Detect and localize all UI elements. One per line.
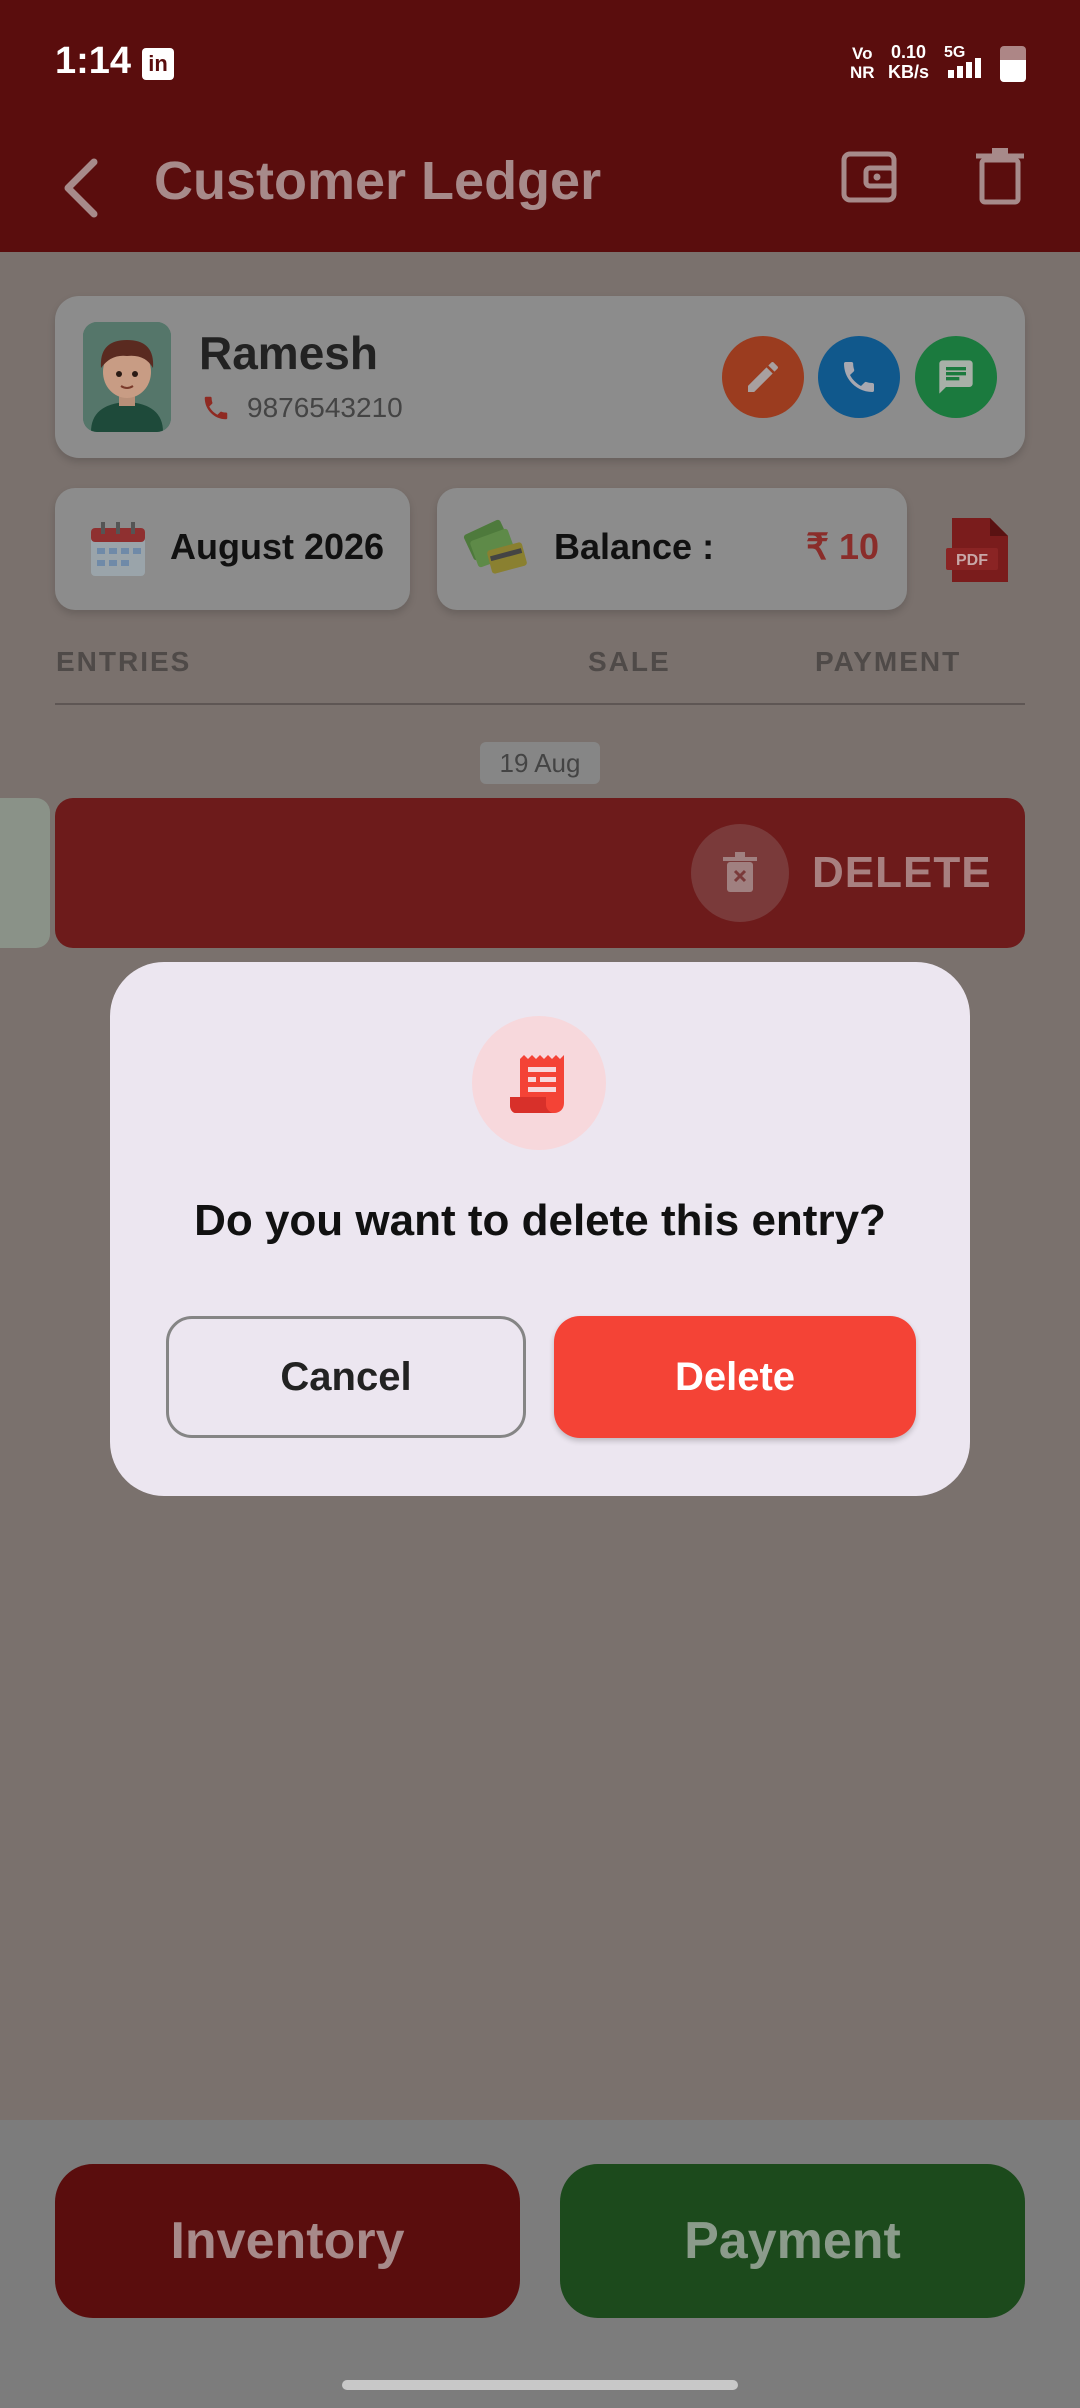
column-sale: SALE <box>588 646 671 677</box>
trash-x-icon <box>723 852 757 892</box>
payment-button[interactable]: Payment <box>560 2164 1025 2318</box>
network-speed: 0.10 KB/s <box>888 42 930 82</box>
inventory-button[interactable]: Inventory <box>55 2164 520 2318</box>
month-label: August 2026 <box>170 526 385 567</box>
dialog-message: Do you want to delete this entry? <box>194 1196 886 1245</box>
back-icon[interactable] <box>56 148 106 228</box>
date-group-chip: 19 Aug <box>480 742 600 784</box>
customer-name: Ramesh <box>199 327 378 379</box>
signal-icon <box>948 58 981 78</box>
wallet-icon[interactable] <box>840 148 898 206</box>
status-bar: 1:14 in Vo NR 0.10 KB/s 5G <box>0 0 1080 128</box>
money-icon <box>463 519 527 574</box>
app-bar: Customer Ledger <box>0 128 1080 252</box>
status-time: 1:14 <box>55 40 132 82</box>
trash-icon[interactable] <box>976 146 1024 206</box>
battery-icon <box>1000 46 1026 82</box>
column-payment: PAYMENT <box>815 646 962 677</box>
pencil-icon <box>748 362 778 392</box>
phone-icon <box>204 396 228 420</box>
call-icon <box>844 362 874 392</box>
volte-indicator: Vo NR <box>850 44 875 82</box>
balance-label: Balance : <box>554 526 715 567</box>
pdf-icon[interactable]: PDF <box>946 514 1012 586</box>
page-title: Customer Ledger <box>154 151 602 211</box>
swipe-delete-label: DELETE <box>812 848 992 897</box>
delete-button[interactable]: Delete <box>554 1316 916 1438</box>
delete-confirm-dialog: Do you want to delete this entry? Cancel… <box>110 962 970 1496</box>
table-divider <box>55 703 1025 705</box>
avatar <box>83 322 171 432</box>
customer-phone: 9876543210 <box>247 392 403 423</box>
swipe-delete-action[interactable]: DELETE <box>55 798 1025 948</box>
calendar-icon <box>91 522 145 576</box>
customer-card[interactable]: Ramesh 9876543210 <box>55 296 1025 458</box>
dialog-icon-circle <box>472 1016 606 1150</box>
delete-circle <box>691 824 789 922</box>
balance-card: Balance : ₹ 10 <box>437 488 907 610</box>
receipt-icon <box>510 1051 564 1113</box>
month-selector[interactable]: August 2026 <box>55 488 410 610</box>
message-button[interactable] <box>915 336 997 418</box>
home-indicator[interactable] <box>342 2380 738 2390</box>
customer-phone-row: 9876543210 <box>201 392 403 424</box>
linkedin-icon: in <box>142 48 174 80</box>
balance-value: ₹ 10 <box>806 526 879 567</box>
call-button[interactable] <box>818 336 900 418</box>
edit-customer-button[interactable] <box>722 336 804 418</box>
cancel-button[interactable]: Cancel <box>166 1316 526 1438</box>
bottom-action-bar: Inventory Payment <box>0 2120 1080 2408</box>
message-icon <box>939 360 973 394</box>
entry-row-peek <box>0 798 50 948</box>
column-entries: ENTRIES <box>56 646 192 677</box>
svg-text:PDF: PDF <box>956 552 988 569</box>
